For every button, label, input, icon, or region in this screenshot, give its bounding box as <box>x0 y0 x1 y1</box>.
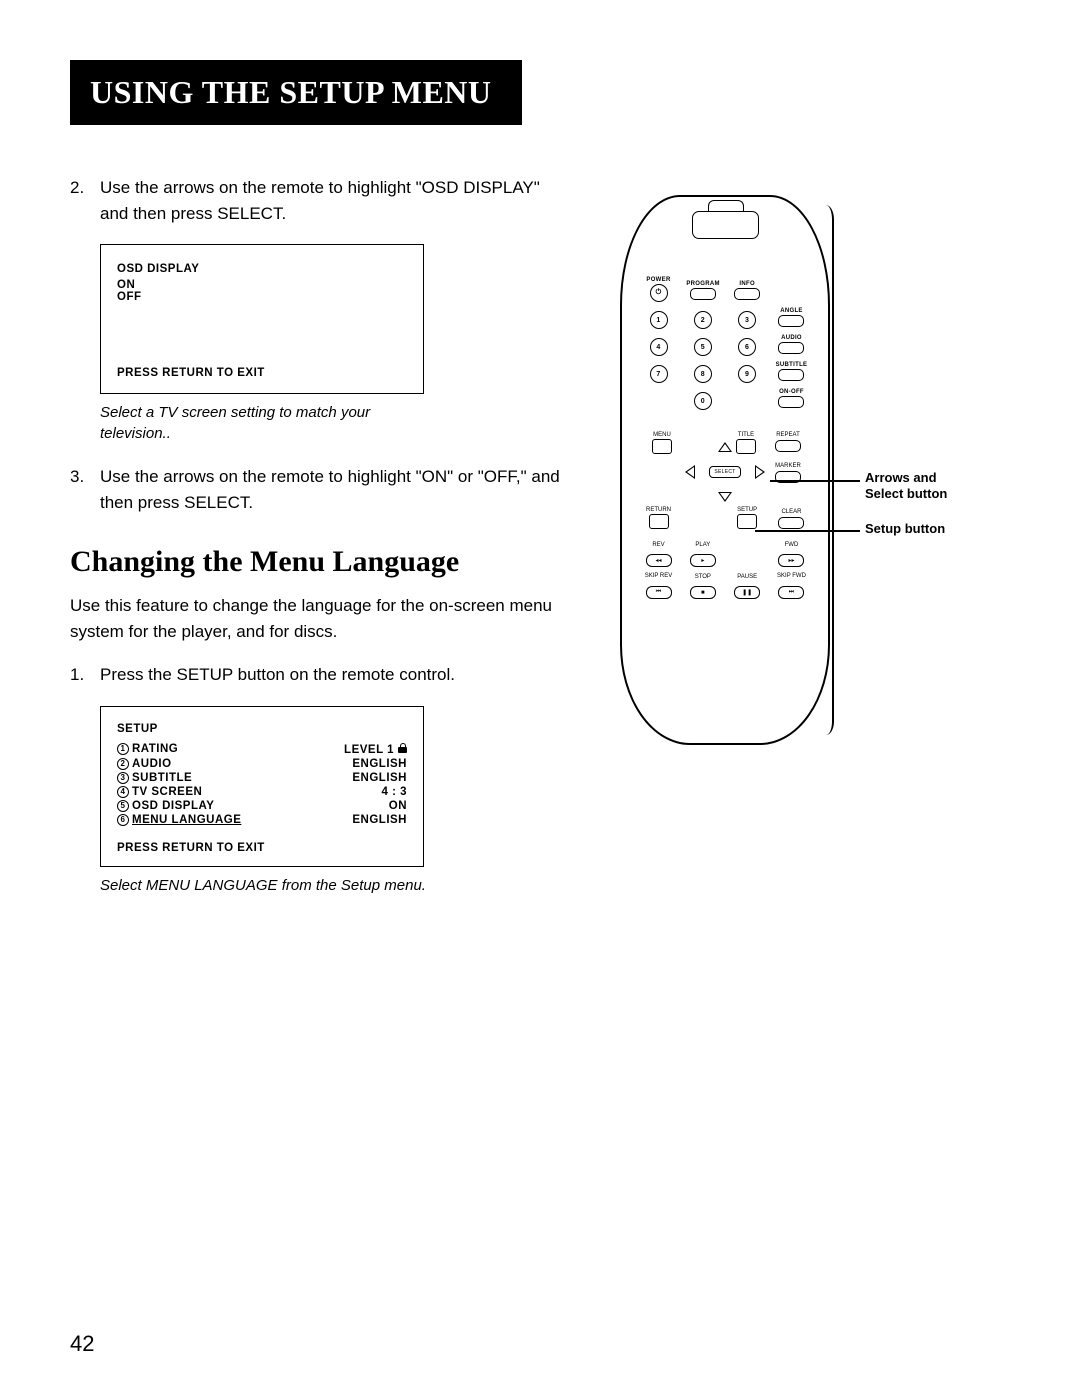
step-number: 3. <box>70 464 100 515</box>
marker-label: MARKER <box>768 463 808 469</box>
repeat-label: REPEAT <box>768 432 808 438</box>
digit-3-button[interactable]: 3 <box>738 311 756 329</box>
pause-button[interactable]: ❚❚ <box>734 586 760 599</box>
menu-button[interactable] <box>652 439 672 454</box>
angle-button[interactable] <box>778 315 804 327</box>
digit-2-button[interactable]: 2 <box>694 311 712 329</box>
left-column: 2. Use the arrows on the remote to highl… <box>70 175 570 916</box>
section-heading: Changing the Menu Language <box>70 545 570 579</box>
return-label: RETURN <box>642 507 675 513</box>
info-label: INFO <box>731 281 764 287</box>
play-label: PLAY <box>686 542 719 548</box>
caption-osd: Select a TV screen setting to match your… <box>100 402 430 444</box>
onoff-label: ON-OFF <box>775 389 808 395</box>
step-2: 2. Use the arrows on the remote to highl… <box>70 175 570 226</box>
setup-row: 3SUBTITLEENGLISH <box>117 772 407 784</box>
callout-setup: Setup button <box>865 521 975 537</box>
arrow-up-button[interactable] <box>718 442 732 452</box>
audio-button[interactable] <box>778 342 804 354</box>
clear-button[interactable] <box>778 517 804 529</box>
angle-label: ANGLE <box>775 308 808 314</box>
ir-window-icon <box>692 211 759 239</box>
digit-9-button[interactable]: 9 <box>738 365 756 383</box>
page-title-bar: USING THE SETUP MENU <box>70 60 522 125</box>
subtitle-button[interactable] <box>778 369 804 381</box>
caption-setup: Select MENU LANGUAGE from the Setup menu… <box>100 875 430 896</box>
setup-row: 4TV SCREEN4 : 3 <box>117 786 407 798</box>
section-intro: Use this feature to change the language … <box>70 593 570 644</box>
subtitle-label: SUBTITLE <box>775 362 808 368</box>
arrow-right-button[interactable] <box>755 465 765 479</box>
setup-menu-screen: SETUP 1RATINGLEVEL 1 2AUDIOENGLISH 3SUBTIT… <box>100 706 424 867</box>
fwd-button[interactable]: ▸▸ <box>778 554 804 567</box>
setup-button[interactable] <box>737 514 757 529</box>
return-button[interactable] <box>649 514 669 529</box>
setup-row: 2AUDIOENGLISH <box>117 758 407 770</box>
setup-footer: PRESS RETURN TO EXIT <box>117 842 407 854</box>
step-1b: 1. Press the SETUP button on the remote … <box>70 662 570 688</box>
step-text: Use the arrows on the remote to highligh… <box>100 464 570 515</box>
right-column: POWER ⏻ PROGRAM INFO <box>570 175 1010 916</box>
arrow-left-button[interactable] <box>685 465 695 479</box>
remote-control-diagram: POWER ⏻ PROGRAM INFO <box>620 195 830 745</box>
digit-0-button[interactable]: 0 <box>694 392 712 410</box>
callout-arrows-select: Arrows and Select button <box>865 470 975 503</box>
info-button[interactable] <box>734 288 760 300</box>
digit-6-button[interactable]: 6 <box>738 338 756 356</box>
arrow-pad: SELECT <box>685 442 765 502</box>
step-number: 2. <box>70 175 100 226</box>
power-button[interactable]: ⏻ <box>650 284 668 302</box>
menu-label: MENU <box>642 432 682 438</box>
digit-7-button[interactable]: 7 <box>650 365 668 383</box>
play-button[interactable]: ▸ <box>690 554 716 567</box>
setup-row: 6MENU LANGUAGEENGLISH <box>117 814 407 826</box>
callout-line-1 <box>770 480 860 482</box>
callout-line-2 <box>755 530 860 532</box>
stop-button[interactable]: ■ <box>690 586 716 599</box>
clear-label: CLEAR <box>775 509 808 515</box>
osd-display-screen: OSD DISPLAY ON OFF PRESS RETURN TO EXIT <box>100 244 424 394</box>
stop-label: STOP <box>686 574 719 580</box>
digit-8-button[interactable]: 8 <box>694 365 712 383</box>
manual-page: USING THE SETUP MENU 2. Use the arrows o… <box>0 0 1080 1397</box>
lock-icon <box>398 743 407 753</box>
step-number: 1. <box>70 662 100 688</box>
digit-4-button[interactable]: 4 <box>650 338 668 356</box>
skip-rev-label: SKIP REV <box>642 573 675 579</box>
osd-option-off: OFF <box>117 291 407 303</box>
osd-title: OSD DISPLAY <box>117 263 407 275</box>
title-label: TITLE <box>726 432 766 438</box>
program-button[interactable] <box>690 288 716 300</box>
arrow-down-button[interactable] <box>718 492 732 502</box>
power-label: POWER <box>642 277 675 283</box>
skip-rev-button[interactable]: ⏮ <box>646 586 672 599</box>
step-3: 3. Use the arrows on the remote to highl… <box>70 464 570 515</box>
select-button[interactable]: SELECT <box>709 466 741 478</box>
setup-row: 5OSD DISPLAYON <box>117 800 407 812</box>
skip-fwd-label: SKIP FWD <box>775 573 808 579</box>
step-text: Press the SETUP button on the remote con… <box>100 662 455 688</box>
fwd-label: FWD <box>775 542 808 548</box>
digit-1-button[interactable]: 1 <box>650 311 668 329</box>
osd-option-on: ON <box>117 279 407 291</box>
setup-row: 1RATINGLEVEL 1 <box>117 743 407 756</box>
audio-label: AUDIO <box>775 335 808 341</box>
rev-button[interactable]: ◂◂ <box>646 554 672 567</box>
onoff-button[interactable] <box>778 396 804 408</box>
osd-footer: PRESS RETURN TO EXIT <box>117 367 407 379</box>
program-label: PROGRAM <box>686 281 719 287</box>
repeat-button[interactable] <box>775 440 801 452</box>
digit-5-button[interactable]: 5 <box>694 338 712 356</box>
step-text: Use the arrows on the remote to highligh… <box>100 175 570 226</box>
page-number: 42 <box>70 1331 94 1357</box>
setup-title: SETUP <box>117 723 407 735</box>
setup-label: SETUP <box>731 507 764 513</box>
skip-fwd-button[interactable]: ⏭ <box>778 586 804 599</box>
pause-label: PAUSE <box>731 574 764 580</box>
rev-label: REV <box>642 542 675 548</box>
